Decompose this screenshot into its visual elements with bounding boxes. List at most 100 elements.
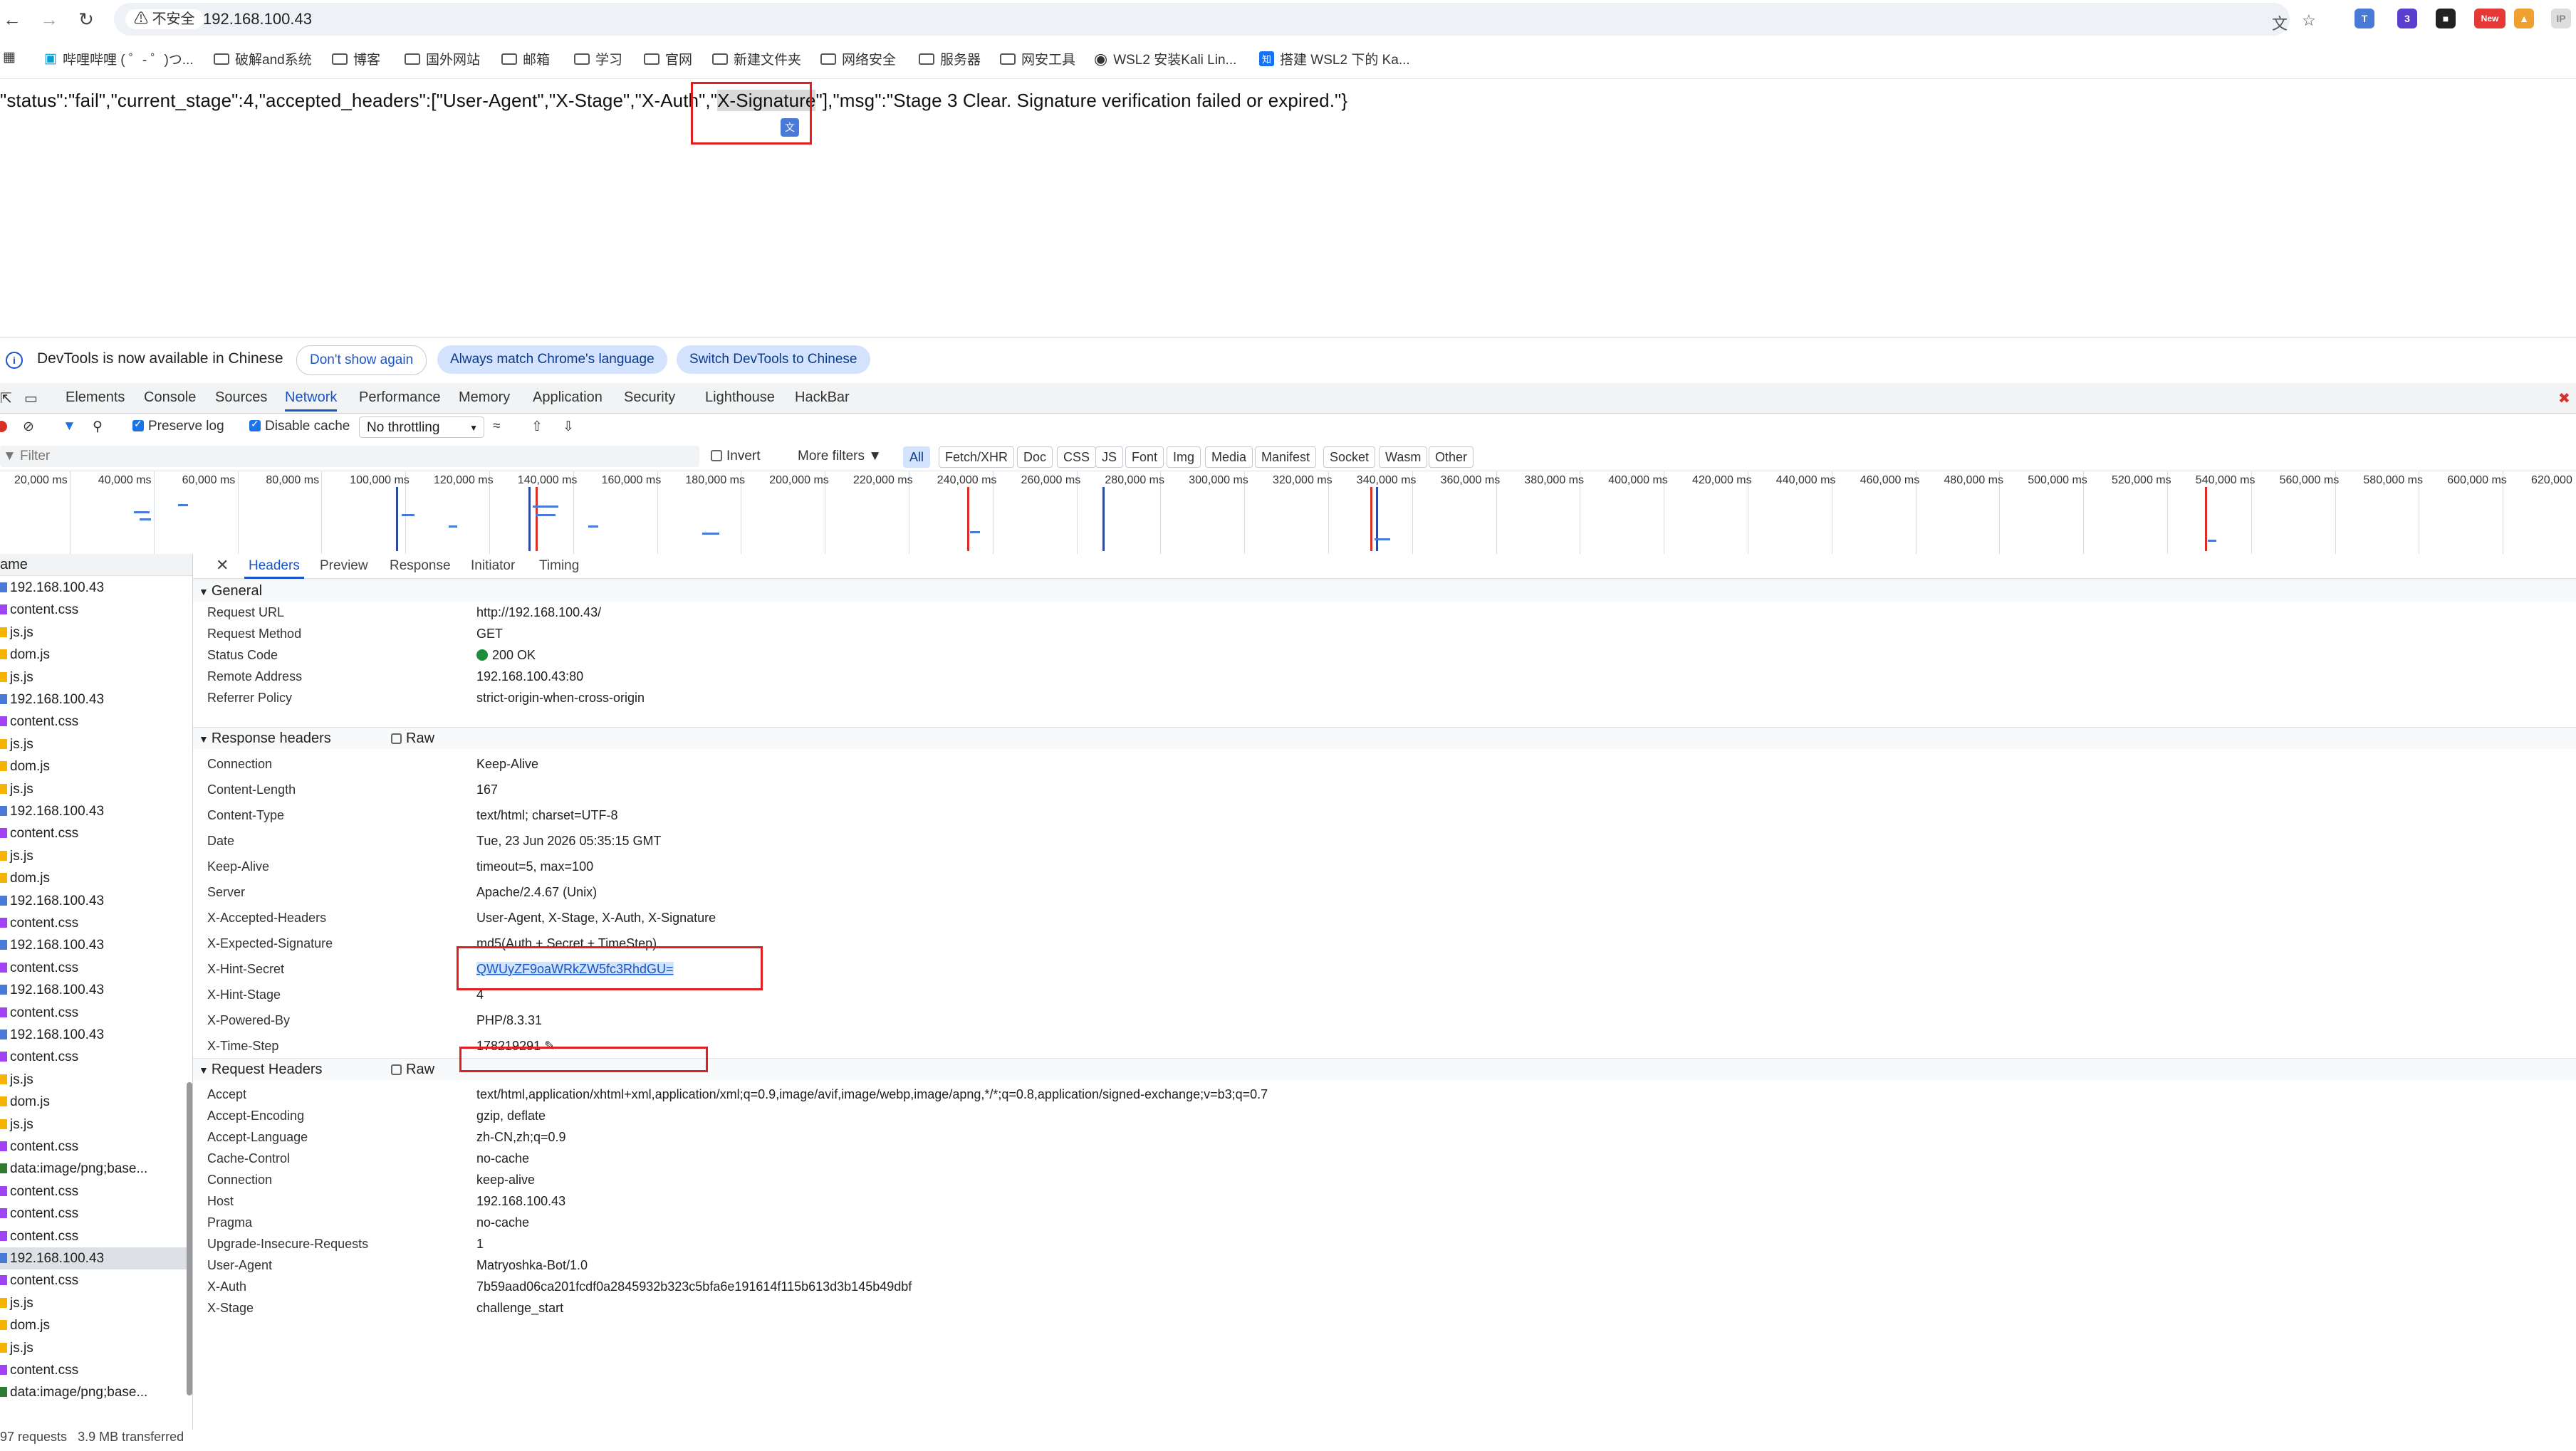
tab-hackbar[interactable]: HackBar <box>795 389 850 406</box>
tab-memory[interactable]: Memory <box>459 389 510 406</box>
type-filter-doc[interactable]: Doc <box>1017 446 1053 468</box>
tab-console[interactable]: Console <box>144 389 196 406</box>
translate-icon[interactable]: 文 <box>2272 11 2288 34</box>
response-raw-toggle[interactable]: Raw <box>391 728 434 749</box>
request-row[interactable]: dom.js <box>0 1091 187 1113</box>
type-filter-other[interactable]: Other <box>1429 446 1474 468</box>
header-value[interactable]: GET <box>476 623 503 644</box>
request-row[interactable]: data:image/png;base... <box>0 1158 187 1180</box>
dont-show-again-button[interactable]: Don't show again <box>296 345 427 375</box>
tab-timing[interactable]: Timing <box>539 558 579 574</box>
request-row[interactable]: content.css <box>0 1225 187 1247</box>
header-value[interactable]: 192.168.100.43:80 <box>476 666 583 687</box>
request-row[interactable]: content.css <box>0 912 187 934</box>
tab-application[interactable]: Application <box>533 389 603 406</box>
header-value[interactable]: zh-CN,zh;q=0.9 <box>476 1126 566 1148</box>
request-row[interactable]: content.css <box>0 1136 187 1158</box>
type-filter-img[interactable]: Img <box>1167 446 1201 468</box>
header-value[interactable]: gzip, deflate <box>476 1105 546 1126</box>
request-row[interactable]: content.css <box>0 1002 187 1024</box>
request-row[interactable]: js.js <box>0 778 187 800</box>
name-column-header[interactable]: ame <box>0 554 192 576</box>
request-row[interactable]: 192.168.100.43 <box>0 890 187 912</box>
translate-extension-icon[interactable]: T <box>2355 9 2374 28</box>
scroll-thumb[interactable] <box>187 1082 192 1395</box>
type-filter-socket[interactable]: Socket <box>1323 446 1376 468</box>
tab-performance[interactable]: Performance <box>359 389 441 406</box>
request-row[interactable]: 192.168.100.43 <box>0 577 187 599</box>
request-row[interactable]: js.js <box>0 1114 187 1136</box>
network-timeline-overview[interactable]: 20,000 ms 40,000 ms 60,000 ms 80,000 ms 100,… <box>0 471 2576 555</box>
request-row[interactable]: content.css <box>0 711 187 733</box>
device-toolbar-icon[interactable]: ▭ <box>24 389 38 407</box>
tab-preview[interactable]: Preview <box>320 558 368 574</box>
header-value[interactable]: Apache/2.4.67 (Unix) <box>476 881 597 903</box>
back-icon[interactable]: ← <box>0 7 24 31</box>
header-value[interactable]: no-cache <box>476 1212 529 1233</box>
request-row[interactable]: 192.168.100.43 <box>0 1024 187 1046</box>
bookmark-7[interactable]: 新建文件夹 <box>712 49 801 68</box>
address-bar[interactable]: ⚠ 不安全 192.168.100.43 文 ☆ <box>114 3 2316 36</box>
search-icon[interactable]: ⚲ <box>93 419 103 435</box>
header-value[interactable]: Matryoshka-Bot/1.0 <box>476 1254 588 1276</box>
request-row[interactable]: js.js <box>0 733 187 755</box>
export-har-icon[interactable]: ⇩ <box>563 419 574 435</box>
bookmark-star-icon[interactable]: ☆ <box>2302 11 2316 30</box>
request-row[interactable]: content.css <box>0 1203 187 1225</box>
more-filters-dropdown[interactable]: More filters ▼ <box>798 449 882 464</box>
tab-lighthouse[interactable]: Lighthouse <box>705 389 775 406</box>
request-row[interactable]: content.css <box>0 1359 187 1381</box>
header-value[interactable]: http://192.168.100.43/ <box>476 602 601 623</box>
request-raw-toggle[interactable]: Raw <box>391 1059 434 1080</box>
header-value[interactable]: User-Agent, X-Stage, X-Auth, X-Signature <box>476 907 716 928</box>
type-filter-font[interactable]: Font <box>1125 446 1164 468</box>
forward-icon[interactable]: → <box>37 7 61 31</box>
record-icon[interactable] <box>0 421 7 432</box>
network-conditions-icon[interactable]: ≈ <box>493 419 500 434</box>
header-value[interactable]: 192.168.100.43 <box>476 1190 565 1212</box>
bookmark-12[interactable]: 知搭建 WSL2 下的 Ka... <box>1259 49 1410 68</box>
bookmark-3[interactable]: 国外网站 <box>405 49 480 68</box>
throttling-select[interactable]: No throttling ▼ <box>359 417 484 438</box>
request-row[interactable]: content.css <box>0 1046 187 1068</box>
filter-funnel-icon[interactable]: ▼ <box>63 419 76 434</box>
request-row[interactable]: 192.168.100.43 <box>0 934 187 956</box>
inspect-element-icon[interactable]: ⇱ <box>0 389 12 407</box>
request-row[interactable]: dom.js <box>0 867 187 889</box>
request-list-scrollbar[interactable] <box>187 578 192 1425</box>
header-value[interactable]: 167 <box>476 779 498 800</box>
preserve-log-checkbox[interactable]: Preserve log <box>132 418 224 434</box>
bookmark-6[interactable]: 官网 <box>644 49 692 68</box>
request-row[interactable]: content.css <box>0 822 187 844</box>
apps-grid-icon[interactable]: ▦ <box>3 49 16 66</box>
request-row[interactable]: 192.168.100.43 <box>0 688 187 711</box>
filter-input[interactable]: ▼ Filter <box>0 446 699 467</box>
error-badge-icon[interactable]: ✖ <box>2558 389 2570 407</box>
request-row[interactable]: js.js <box>0 666 187 688</box>
header-value[interactable]: PHP/8.3.31 <box>476 1010 542 1031</box>
request-row[interactable]: js.js <box>0 622 187 644</box>
type-filter-wasm[interactable]: Wasm <box>1379 446 1428 468</box>
extension-ip-icon[interactable]: IP <box>2551 9 2571 28</box>
extension-icon[interactable]: 3 <box>2397 9 2417 28</box>
request-row[interactable]: js.js <box>0 1337 187 1359</box>
url-text[interactable]: 192.168.100.43 <box>203 9 312 29</box>
extension-dark-icon[interactable]: ■ <box>2436 9 2456 28</box>
request-row[interactable]: 192.168.100.43 <box>0 1247 187 1269</box>
type-filter-manifest[interactable]: Manifest <box>1255 446 1317 468</box>
header-value[interactable]: text/html,application/xhtml+xml,applicat… <box>476 1084 1268 1105</box>
invert-checkbox[interactable]: Invert <box>711 449 761 464</box>
type-filter-fetch[interactable]: Fetch/XHR <box>939 446 1015 468</box>
header-value[interactable]: timeout=5, max=100 <box>476 856 593 877</box>
request-row[interactable]: js.js <box>0 1292 187 1314</box>
security-chip[interactable]: ⚠ 不安全 <box>125 9 204 29</box>
header-value[interactable]: Keep-Alive <box>476 753 538 775</box>
request-row[interactable]: js.js <box>0 1069 187 1091</box>
tab-response[interactable]: Response <box>390 558 451 574</box>
request-row[interactable]: 192.168.100.43 <box>0 979 187 1001</box>
request-row[interactable]: content.css <box>0 1269 187 1292</box>
extension-orange-icon[interactable]: ▲ <box>2514 9 2534 28</box>
switch-chinese-button[interactable]: Switch DevTools to Chinese <box>677 345 870 374</box>
type-filter-css[interactable]: CSS <box>1057 446 1097 468</box>
type-filter-all[interactable]: All <box>903 446 931 468</box>
